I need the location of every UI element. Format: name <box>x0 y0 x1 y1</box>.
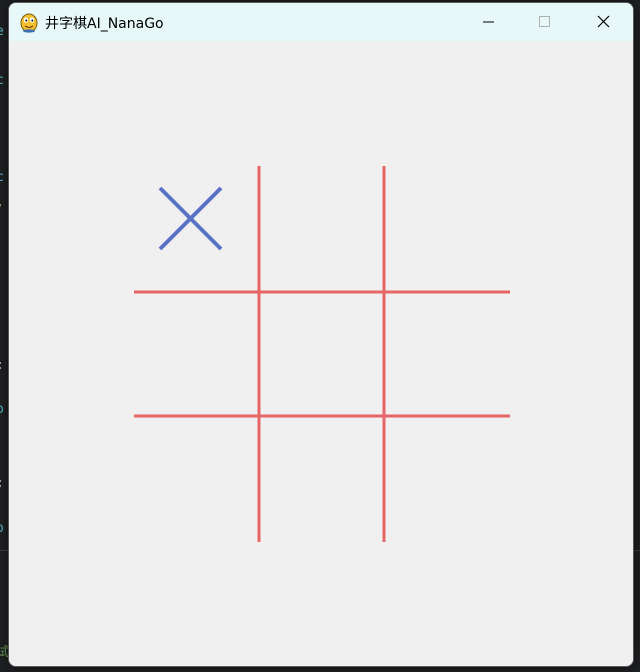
maximize-button[interactable] <box>516 3 574 41</box>
board-cell-3[interactable] <box>384 166 509 291</box>
title-bar[interactable]: 井字棋AI_NanaGo <box>9 3 633 41</box>
tic-tac-toe-board[interactable] <box>9 41 633 666</box>
minimize-button[interactable] <box>459 3 517 41</box>
board-cell-9[interactable] <box>384 416 509 541</box>
board-cell-8[interactable] <box>259 416 384 541</box>
code-fragment: c <box>0 170 4 185</box>
minimize-icon <box>483 21 494 23</box>
code-fragment: : <box>0 358 4 373</box>
window-title: 井字棋AI_NanaGo <box>45 16 164 32</box>
code-fragment: o <box>0 521 4 536</box>
game-window[interactable]: 井字棋AI_NanaGo <box>8 2 634 667</box>
code-fragment: e <box>0 24 4 39</box>
board-cell-1[interactable] <box>134 166 259 291</box>
code-fragment: : <box>0 476 4 491</box>
board-cell-5[interactable] <box>259 291 384 416</box>
maximize-icon <box>539 16 550 27</box>
pygame-snake-icon <box>19 11 39 33</box>
code-fragment: c <box>0 73 4 88</box>
game-canvas[interactable] <box>9 41 633 666</box>
code-fragment: o <box>0 402 4 417</box>
board-cell-2[interactable] <box>259 166 384 291</box>
close-icon <box>597 15 610 28</box>
board-cell-6[interactable] <box>384 291 509 416</box>
board-cell-7[interactable] <box>134 416 259 541</box>
close-button[interactable] <box>574 3 632 41</box>
board-cell-4[interactable] <box>134 291 259 416</box>
code-fragment: , <box>0 195 4 210</box>
